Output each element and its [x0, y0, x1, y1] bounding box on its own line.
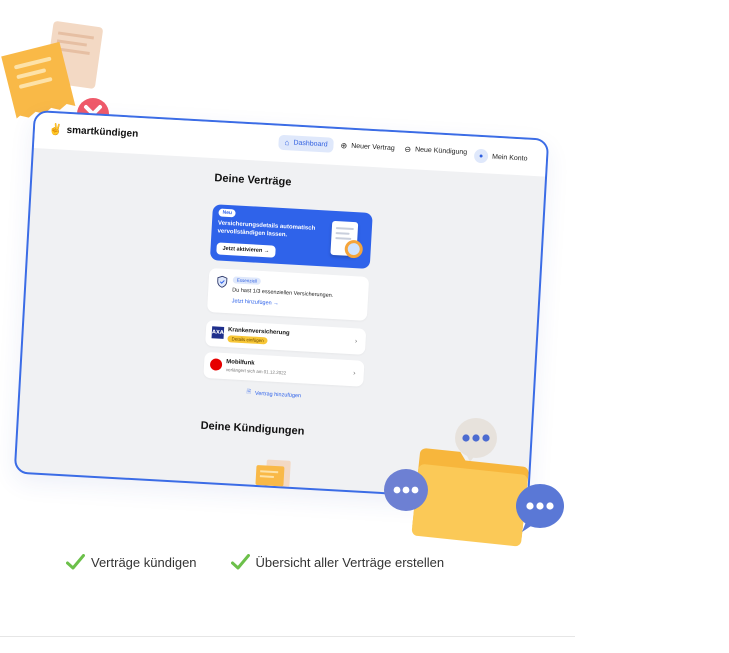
activate-button[interactable]: Jetzt aktivieren → — [216, 242, 276, 258]
nav-new-cancellation[interactable]: ⊖ Neue Kündigung — [398, 141, 474, 160]
plus-circle-icon: ⊕ — [340, 141, 348, 151]
nav-label: Dashboard — [293, 139, 328, 149]
document-icon: 🗎 — [246, 389, 252, 396]
feature-item: Übersicht aller Verträge erstellen — [230, 554, 445, 570]
contract-row[interactable]: AXA Krankenversicherung Details einfügen… — [205, 319, 367, 355]
user-icon: ● — [473, 148, 489, 164]
nav-label: Neuer Vertrag — [350, 142, 395, 153]
home-icon: ⌂ — [284, 138, 290, 148]
essential-badge: Essenziell — [232, 276, 262, 285]
contract-subtitle: verlängert sich am 01.12.2022 — [225, 367, 287, 376]
add-contract-label: Vertrag hinzufügen — [254, 390, 302, 399]
essentials-card: Essenziell Du hast 1/3 essenziellen Vers… — [206, 268, 370, 321]
minus-circle-icon: ⊖ — [404, 144, 412, 155]
contract-row[interactable]: Mobilfunk verlängert sich am 01.12.2022 … — [203, 351, 365, 387]
nav-my-account[interactable]: ● Mein Konto — [468, 145, 534, 169]
page: ✌ smartkündigen ⌂ Dashboard ⊕ Neuer Vert… — [0, 0, 729, 653]
cancellations-title: Deine Kündigungen — [200, 419, 305, 438]
add-now-link[interactable]: Jetzt hinzufügen → — [231, 298, 278, 307]
essentials-text: Du hast 1/3 essenziellen Versicherungen. — [232, 287, 334, 299]
check-icon — [230, 554, 250, 570]
add-contract-link[interactable]: 🗎 Vertrag hinzufügen — [246, 388, 301, 400]
axa-logo-icon: AXA — [211, 326, 225, 339]
feature-label: Verträge kündigen — [91, 554, 197, 570]
feature-list: Verträge kündigen Übersicht aller Verträ… — [66, 554, 444, 570]
hand-logo-icon: ✌ — [48, 123, 63, 137]
brand-name: smartkündigen — [66, 124, 139, 140]
nav-label: Mein Konto — [491, 153, 528, 163]
promo-text: Versicherungsdetails automatisch vervoll… — [217, 220, 316, 239]
cancellation-receipt-icon — [255, 459, 291, 487]
nav-dashboard[interactable]: ⌂ Dashboard — [278, 134, 335, 153]
nav-new-contract[interactable]: ⊕ Neuer Vertrag — [334, 138, 401, 157]
divider — [0, 636, 575, 637]
feature-item: Verträge kündigen — [66, 554, 197, 570]
chevron-right-icon: › — [354, 337, 358, 346]
details-badge: Details einfügen — [227, 335, 268, 345]
new-badge: Neu — [218, 208, 237, 218]
magnifier-icon — [344, 239, 364, 259]
promo-card: Neu Versicherungsdetails automatisch ver… — [209, 204, 373, 269]
contract-title: Mobilfunk — [226, 359, 255, 367]
feature-label: Übersicht aller Verträge erstellen — [255, 554, 445, 570]
vodafone-logo-icon — [209, 358, 223, 371]
brand-logo[interactable]: ✌ smartkündigen — [49, 123, 139, 141]
nav-label: Neue Kündigung — [414, 146, 468, 157]
contracts-title: Deine Verträge — [214, 172, 292, 189]
check-icon — [66, 554, 85, 570]
chevron-right-icon: › — [352, 369, 357, 378]
folder-chat-icon — [384, 418, 564, 547]
shield-icon — [217, 275, 228, 288]
